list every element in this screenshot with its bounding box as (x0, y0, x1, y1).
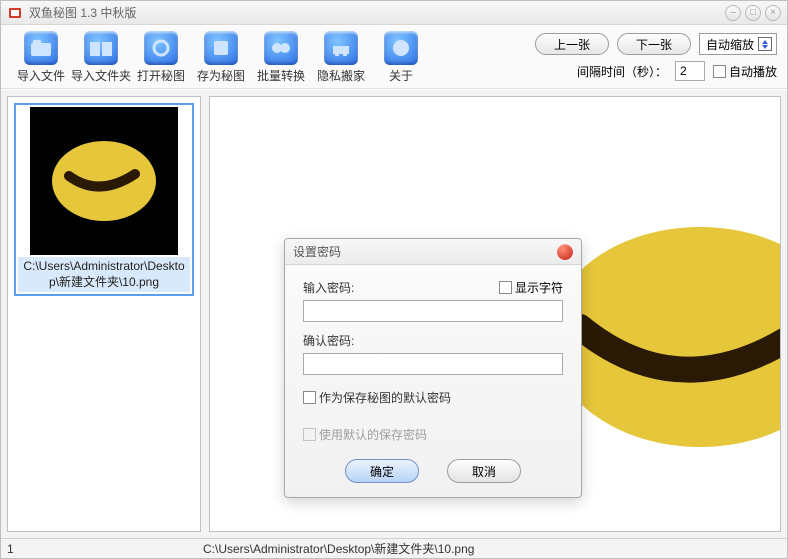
window-buttons: – □ × (725, 5, 781, 21)
thumbnail-image (30, 107, 178, 255)
use-default-password-checkbox: 使用默认的保存密码 (303, 426, 563, 443)
save-icon (204, 31, 238, 65)
checkbox-icon (499, 281, 512, 294)
thumbnail-caption: C:\Users\Administrator\Desktop\新建文件夹\10.… (18, 257, 190, 292)
about-icon (384, 31, 418, 65)
password-input[interactable] (303, 300, 563, 322)
toolbar-batch[interactable]: 批量转换 (251, 31, 311, 84)
show-chars-checkbox[interactable]: 显示字符 (499, 279, 563, 296)
window-title: 双鱼秘图 1.3 中秋版 (29, 4, 725, 21)
thumbnail-panel[interactable]: C:\Users\Administrator\Desktop\新建文件夹\10.… (7, 96, 201, 532)
titlebar[interactable]: 双鱼秘图 1.3 中秋版 – □ × (1, 1, 787, 25)
password-dialog: 设置密码 输入密码: 显示字符 确认密码: 作为保存 (284, 238, 582, 498)
toolbar-privacy[interactable]: 隐私搬家 (311, 31, 371, 84)
toolbar: 导入文件 导入文件夹 打开秘图 存为秘图 批量转换 隐私搬家 关于 上一 (1, 25, 787, 89)
thumbnail-item[interactable]: C:\Users\Administrator\Desktop\新建文件夹\10.… (14, 103, 194, 296)
import-folder-icon (84, 31, 118, 65)
autoplay-checkbox[interactable]: 自动播放 (713, 63, 777, 80)
body-area: C:\Users\Administrator\Desktop\新建文件夹\10.… (1, 89, 787, 538)
dialog-body: 输入密码: 显示字符 确认密码: 作为保存秘图的默认密码 (285, 265, 581, 497)
toolbar-import-file[interactable]: 导入文件 (11, 31, 71, 84)
toolbar-about[interactable]: 关于 (371, 31, 431, 84)
open-icon (144, 31, 178, 65)
privacy-icon (324, 31, 358, 65)
input-password-label: 输入密码: (303, 279, 369, 296)
confirm-password-label: 确认密码: (303, 332, 369, 349)
interval-input[interactable] (675, 61, 705, 81)
zoom-mode-value: 自动缩放 (706, 36, 754, 53)
status-left: 1 (7, 542, 197, 556)
ok-button[interactable]: 确定 (345, 459, 419, 483)
dialog-titlebar[interactable]: 设置密码 (285, 239, 581, 265)
toolbar-save[interactable]: 存为秘图 (191, 31, 251, 84)
status-path: C:\Users\Administrator\Desktop\新建文件夹\10.… (197, 540, 781, 557)
maximize-button[interactable]: □ (745, 5, 761, 21)
cancel-button[interactable]: 取消 (447, 459, 521, 483)
statusbar: 1 C:\Users\Administrator\Desktop\新建文件夹\1… (1, 538, 787, 558)
app-icon (7, 5, 23, 21)
next-button[interactable]: 下一张 (617, 33, 691, 55)
checkbox-icon (303, 428, 316, 441)
prev-button[interactable]: 上一张 (535, 33, 609, 55)
dialog-close-icon[interactable] (557, 244, 573, 260)
zoom-mode-dropdown[interactable]: 自动缩放 (699, 33, 777, 55)
toolbar-import-folder[interactable]: 导入文件夹 (71, 31, 131, 84)
checkbox-icon (303, 391, 316, 404)
main-window: 双鱼秘图 1.3 中秋版 – □ × 导入文件 导入文件夹 打开秘图 存为秘图 … (0, 0, 788, 559)
interval-label: 间隔时间（秒）： (577, 63, 667, 80)
toolbar-right: 上一张 下一张 自动缩放 间隔时间（秒）： 自动播放 (535, 33, 777, 81)
checkbox-icon (713, 65, 726, 78)
dialog-title: 设置密码 (293, 243, 341, 260)
dropdown-arrows-icon (758, 37, 772, 51)
minimize-button[interactable]: – (725, 5, 741, 21)
default-save-password-checkbox[interactable]: 作为保存秘图的默认密码 (303, 389, 563, 406)
toolbar-open[interactable]: 打开秘图 (131, 31, 191, 84)
confirm-password-input[interactable] (303, 353, 563, 375)
import-file-icon (24, 31, 58, 65)
close-button[interactable]: × (765, 5, 781, 21)
batch-icon (264, 31, 298, 65)
